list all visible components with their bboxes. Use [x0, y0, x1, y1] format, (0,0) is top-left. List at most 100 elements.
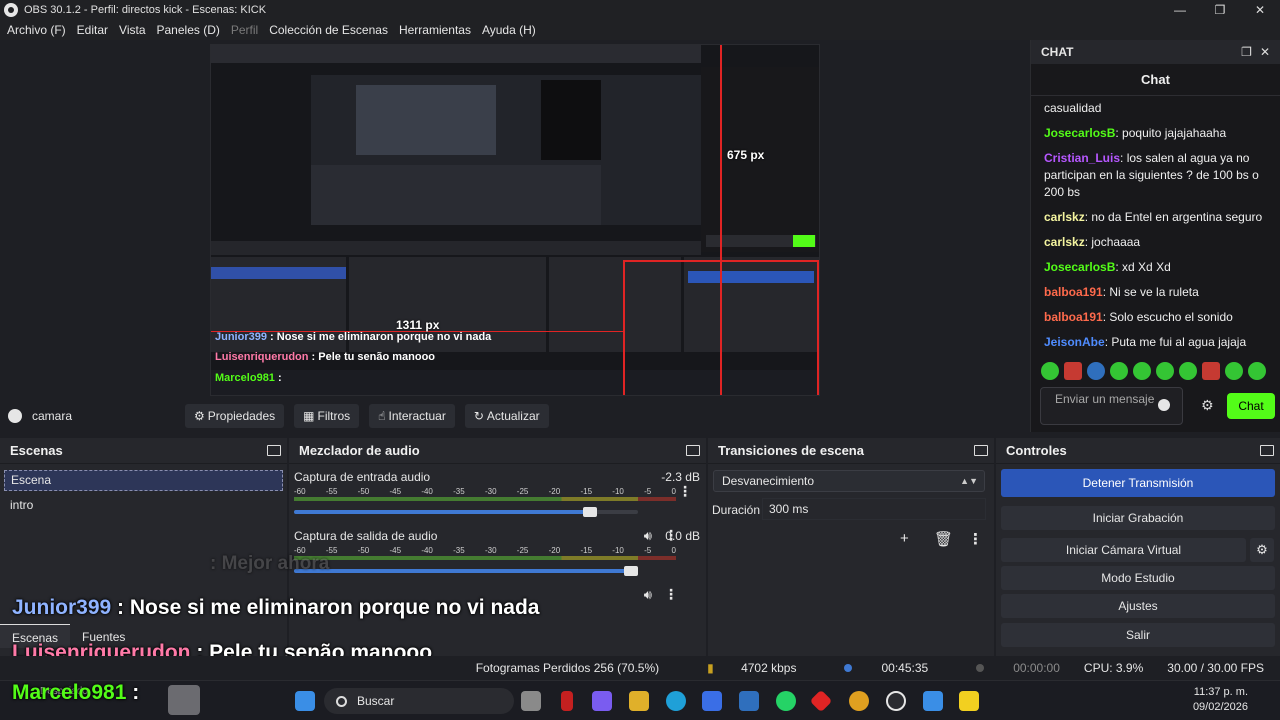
kebab-icon[interactable]: ⋮	[968, 530, 983, 548]
chat-username[interactable]: carlskz	[1044, 235, 1085, 249]
float-icon[interactable]	[686, 445, 700, 456]
gear-icon[interactable]: ⚙	[1250, 538, 1274, 562]
duration-value: 300 ms	[769, 502, 809, 516]
chat-message: carlskz: no da Entel en argentina seguro	[1044, 209, 1268, 226]
preview-canvas[interactable]: 675 px 1311 px Junior399 : Nose si me el…	[210, 44, 820, 396]
chat-text: casualidad	[1044, 101, 1102, 115]
minimize-button[interactable]: —	[1160, 0, 1200, 20]
scale-tick: -15	[580, 546, 593, 555]
scale-tick: -45	[389, 546, 402, 555]
menu-help[interactable]: Ayuda (H)	[482, 23, 536, 37]
search-input[interactable]: Buscar	[324, 688, 514, 714]
volume-slider[interactable]	[294, 507, 638, 517]
overlay-user: Luisenriquerudon	[215, 351, 309, 363]
chat-username[interactable]: carlskz	[1044, 210, 1085, 224]
menu-file[interactable]: Archivo (F)	[7, 23, 66, 37]
kebab-icon[interactable]: ⋮	[664, 586, 678, 603]
clock[interactable]: 11:37 p. m. 09/02/2026	[1193, 685, 1248, 715]
scene-item-escena[interactable]: Escena	[4, 470, 283, 491]
chat-username[interactable]: balboa191	[1044, 310, 1103, 324]
filters-icon: ▦	[303, 409, 315, 423]
transition-select[interactable]: Desvanecimiento ▲▼	[713, 470, 985, 492]
channel-db: -2.3 dB	[661, 470, 700, 484]
duration-label: Duración	[712, 503, 761, 517]
stream-time: 00:45:35	[820, 661, 928, 675]
emote-icon[interactable]	[1110, 362, 1128, 380]
refresh-button[interactable]: ↻ Actualizar	[464, 404, 549, 428]
menu-docks[interactable]: Paneles (D)	[157, 23, 220, 37]
chat-username[interactable]: JosecarlosB	[1044, 126, 1115, 140]
studio-mode-button[interactable]: Modo Estudio	[1001, 566, 1275, 590]
task-view-icon[interactable]	[521, 691, 541, 711]
slider-knob[interactable]	[624, 566, 638, 576]
trash-icon[interactable]: 🗑︎	[934, 530, 953, 548]
emote-icon[interactable]	[1156, 362, 1174, 380]
close-icon[interactable]: ✕	[1260, 45, 1270, 59]
mixer-channel-output: Captura de salida de audio 0.0 dB -60 -55-…	[294, 529, 700, 602]
title-bar: OBS 30.1.2 - Perfil: directos kick - Esc…	[0, 0, 1280, 20]
menu-edit[interactable]: Editar	[77, 23, 108, 37]
emote-icon[interactable]	[1133, 362, 1151, 380]
scene-item-intro[interactable]: intro	[4, 496, 283, 517]
filters-button[interactable]: ▦ Filtros	[294, 404, 360, 428]
emote-icon[interactable]	[1064, 362, 1082, 380]
chrome-icon[interactable]	[849, 691, 869, 711]
file-explorer-icon[interactable]	[629, 691, 649, 711]
emote-icon[interactable]	[1087, 362, 1105, 380]
start-virtual-camera-button[interactable]: Iniciar Cámara Virtual	[1001, 538, 1246, 562]
menu-view[interactable]: Vista	[119, 23, 145, 37]
obs-icon[interactable]	[886, 691, 906, 711]
settings-button[interactable]: Ajustes	[1001, 594, 1275, 618]
emote-icon[interactable]	[1179, 362, 1197, 380]
chat-send-button[interactable]: Chat	[1227, 393, 1275, 419]
transition-selected: Desvanecimiento	[722, 474, 815, 488]
preview-area[interactable]: 675 px 1311 px Junior399 : Nose si me el…	[0, 40, 1030, 396]
kebab-icon[interactable]: ⋮	[678, 483, 692, 500]
chat-username[interactable]: balboa191	[1044, 285, 1103, 299]
menu-tools[interactable]: Herramientas	[399, 23, 471, 37]
emote-icon[interactable]	[1225, 362, 1243, 380]
close-button[interactable]: ✕	[1240, 0, 1280, 20]
chat-username[interactable]: JosecarlosB	[1044, 260, 1115, 274]
copilot-icon[interactable]	[592, 691, 612, 711]
menu-profile[interactable]: Perfil	[231, 23, 258, 37]
chat-username[interactable]: Cristian_Luis	[1044, 151, 1120, 165]
interact-button[interactable]: ☝ Interactuar	[369, 404, 455, 428]
menu-scene-collection[interactable]: Colección de Escenas	[269, 23, 388, 37]
bitrate: ▮ 4702 kbps	[683, 661, 796, 675]
edge-icon[interactable]	[666, 691, 686, 711]
whatsapp-icon[interactable]	[776, 691, 796, 711]
maximize-button[interactable]: ❐	[1200, 0, 1240, 20]
speaker-icon[interactable]: 🔊︎	[644, 587, 652, 603]
netflix-icon[interactable]	[561, 691, 573, 711]
float-icon[interactable]: ❐	[1241, 45, 1252, 59]
app-icon[interactable]	[923, 691, 943, 711]
float-icon[interactable]	[974, 445, 988, 456]
taskbar: Despejado Marcelo981 : Buscar 11:37 p. m…	[0, 680, 1280, 720]
properties-button[interactable]: ⚙ Propiedades	[185, 404, 285, 428]
exit-button[interactable]: Salir	[1001, 623, 1275, 647]
selection-top	[623, 260, 819, 262]
emoji-icon[interactable]	[1158, 399, 1170, 411]
slider-knob[interactable]	[582, 507, 597, 517]
store-icon[interactable]	[702, 691, 722, 711]
volume-slider[interactable]	[294, 566, 638, 576]
duration-field[interactable]: 300 ms	[762, 498, 986, 520]
stop-streaming-button[interactable]: Detener Transmisión	[1001, 469, 1275, 497]
sticky-notes-icon[interactable]	[959, 691, 979, 711]
chat-username[interactable]: JeisonAbe	[1044, 335, 1105, 349]
app-icon[interactable]	[739, 691, 759, 711]
emote-icon[interactable]	[1248, 362, 1266, 380]
camera-source-icon	[8, 409, 22, 423]
start-recording-button[interactable]: Iniciar Grabación	[1001, 506, 1275, 530]
gear-icon[interactable]: ⚙	[1201, 397, 1214, 414]
float-icon[interactable]	[1260, 445, 1274, 456]
scale-tick: -30	[484, 487, 497, 496]
plus-icon[interactable]: +	[900, 530, 909, 547]
float-icon[interactable]	[267, 445, 281, 456]
emote-icon[interactable]	[1202, 362, 1220, 380]
emote-icon[interactable]	[1041, 362, 1059, 380]
app-icon[interactable]	[809, 689, 833, 713]
start-icon[interactable]	[295, 691, 315, 711]
volume-meter	[294, 497, 676, 501]
